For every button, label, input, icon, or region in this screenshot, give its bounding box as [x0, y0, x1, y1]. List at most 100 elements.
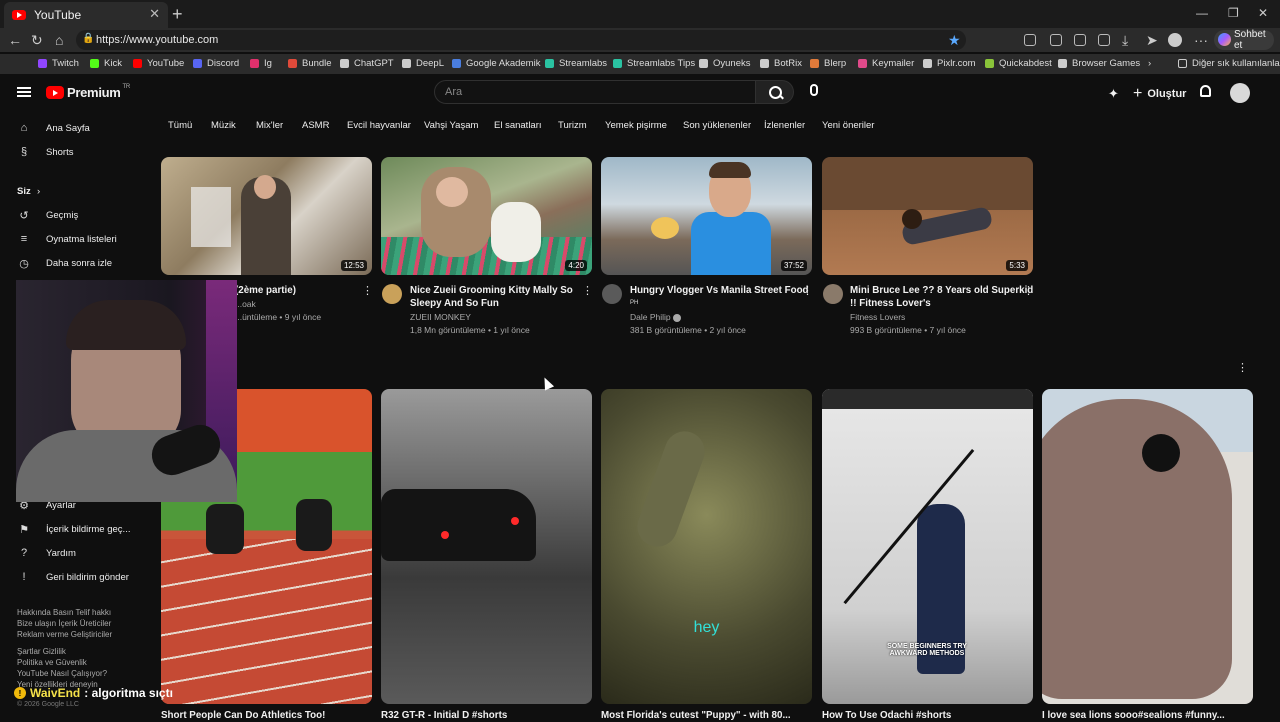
- video-channel[interactable]: ...oak: [235, 298, 256, 311]
- footer-link[interactable]: Bize ulaşın İçerik Üreticiler: [17, 618, 112, 629]
- notification-bell-icon[interactable]: [1200, 85, 1211, 97]
- bookmark-bundle[interactable]: Bundle: [288, 58, 332, 69]
- footer-link[interactable]: Şartlar Gizlilik: [17, 646, 107, 657]
- chip-2[interactable]: Mix'ler: [256, 120, 283, 131]
- bookmark-keymailer[interactable]: Keymailer: [858, 58, 914, 69]
- share-icon[interactable]: ➤: [1146, 32, 1158, 49]
- more-vert-icon[interactable]: ⋮: [362, 284, 373, 297]
- short-title[interactable]: Short People Can Do Athletics Too!: [161, 709, 325, 722]
- short-title[interactable]: R32 GT-R - Initial D #shorts: [381, 709, 507, 722]
- home-browser-icon[interactable]: ⌂: [55, 32, 63, 48]
- short-title[interactable]: How To Use Odachi #shorts: [822, 709, 951, 722]
- profile-icon[interactable]: [1168, 33, 1182, 47]
- bookmark-kick[interactable]: Kick: [90, 58, 122, 69]
- more-icon[interactable]: ···: [1194, 32, 1208, 48]
- channel-avatar[interactable]: [823, 284, 843, 304]
- sidebar-item-shorts[interactable]: § Shorts: [0, 141, 160, 163]
- chip-0[interactable]: Tümü: [168, 120, 192, 131]
- restore-icon[interactable]: ❐: [1228, 6, 1239, 20]
- close-tab-icon[interactable]: ✕: [149, 6, 160, 22]
- more-vert-icon[interactable]: ⋮: [802, 284, 813, 297]
- copilot-button[interactable]: Sohbet et: [1214, 29, 1274, 51]
- short-thumbnail[interactable]: [1042, 389, 1253, 704]
- channel-avatar[interactable]: [602, 284, 622, 304]
- sidebar-item-watch-later[interactable]: ◷ Daha sonra izle: [0, 252, 160, 274]
- footer-link[interactable]: Hakkında Basın Telif hakkı: [17, 607, 112, 618]
- back-icon[interactable]: ←: [8, 32, 22, 48]
- extensions-icon[interactable]: [1024, 34, 1036, 46]
- minimize-icon[interactable]: —: [1196, 6, 1208, 20]
- channel-avatar[interactable]: [382, 284, 402, 304]
- bookmark-discord[interactable]: Discord: [193, 58, 239, 69]
- video-channel[interactable]: ZUEII MONKEY: [410, 311, 471, 324]
- close-window-icon[interactable]: ✕: [1258, 6, 1268, 20]
- downloads-icon[interactable]: ⤓: [1122, 32, 1128, 49]
- chip-8[interactable]: Yemek pişirme: [605, 120, 667, 131]
- short-title[interactable]: Most Florida's cutest "Puppy" - with 80.…: [601, 709, 791, 722]
- short-thumbnail[interactable]: hey: [601, 389, 812, 704]
- sidebar-item-help[interactable]: ? Yardım: [0, 542, 160, 564]
- video-thumbnail[interactable]: 12:53: [161, 157, 372, 275]
- sidebar-item-feedback[interactable]: ! Geri bildirim gönder: [0, 566, 160, 588]
- bookmark-google-akademik[interactable]: Google Akademik: [452, 58, 540, 69]
- footer-link[interactable]: Politika ve Güvenlik: [17, 657, 107, 668]
- bookmark-streamlabs[interactable]: Streamlabs: [545, 58, 607, 69]
- hamburger-menu-icon[interactable]: [17, 87, 31, 97]
- cast-icon[interactable]: ✦: [1108, 86, 1119, 102]
- footer-link[interactable]: Reklam verme Geliştiriciler: [17, 629, 112, 640]
- chevron-right-icon[interactable]: ›: [1148, 58, 1151, 69]
- short-thumbnail[interactable]: [381, 389, 592, 704]
- footer-link[interactable]: YouTube Nasıl Çalışıyor?: [17, 668, 107, 679]
- collections-icon[interactable]: [1098, 34, 1110, 46]
- create-button[interactable]: + Oluştur: [1133, 85, 1186, 103]
- video-thumbnail[interactable]: 5:33: [822, 157, 1033, 275]
- more-vert-icon[interactable]: ⋮: [582, 284, 593, 297]
- video-channel[interactable]: Dale Philip: [630, 311, 682, 324]
- shorts-more-icon[interactable]: ⋮: [1237, 361, 1248, 374]
- video-title[interactable]: Hungry Vlogger Vs Manila Street Food: [630, 284, 809, 297]
- bookmark-chatgpt[interactable]: ChatGPT: [340, 58, 394, 69]
- bookmark-pixlr-com[interactable]: Pixlr.com: [923, 58, 976, 69]
- sidebar-item-report[interactable]: ⚑ İçerik bildirme geç...: [0, 518, 160, 540]
- more-vert-icon[interactable]: ⋮: [1023, 284, 1034, 297]
- chip-11[interactable]: Yeni öneriler: [822, 120, 874, 131]
- bookmark-browser-games[interactable]: Browser Games: [1058, 58, 1140, 69]
- youtube-logo[interactable]: Premium TR: [46, 84, 130, 100]
- microphone-icon[interactable]: [810, 84, 818, 96]
- chip-1[interactable]: Müzik: [211, 120, 236, 131]
- bookmark-quickabdest[interactable]: Quickabdest: [985, 58, 1052, 69]
- chip-7[interactable]: Turizm: [558, 120, 587, 131]
- bookmark-oyuneks[interactable]: Oyuneks: [699, 58, 751, 69]
- sidebar-you-header[interactable]: Siz ›: [0, 180, 160, 202]
- chip-9[interactable]: Son yüklenenler: [683, 120, 751, 131]
- chip-6[interactable]: El sanatları: [494, 120, 542, 131]
- bookmark-botrix[interactable]: BotRix: [760, 58, 802, 69]
- favorite-star-icon[interactable]: ★: [948, 32, 961, 49]
- bookmark-twitch[interactable]: Twitch: [38, 58, 79, 69]
- account-avatar[interactable]: [1230, 83, 1250, 103]
- url-input[interactable]: 🔒 https://www.youtube.com: [76, 30, 966, 50]
- video-title[interactable]: Nice Zueii Grooming Kitty Mally So Sleep…: [410, 284, 573, 310]
- short-title[interactable]: I love sea lions sooo#sealions #funny...: [1042, 709, 1225, 722]
- video-thumbnail[interactable]: 37:52: [601, 157, 812, 275]
- video-thumbnail[interactable]: 4:20: [381, 157, 592, 275]
- video-channel[interactable]: Fitness Lovers: [850, 311, 905, 324]
- other-bookmarks[interactable]: Diğer sık kullanılanlar: [1178, 58, 1280, 69]
- new-tab-button[interactable]: +: [172, 4, 183, 25]
- bookmark-blerp[interactable]: Blerp: [810, 58, 846, 69]
- search-button[interactable]: [756, 80, 794, 104]
- sidebar-item-history[interactable]: ↺ Geçmiş: [0, 204, 160, 226]
- video-title[interactable]: Mini Bruce Lee ?? 8 Years old Superkid !…: [850, 284, 1033, 310]
- sidebar-item-playlists[interactable]: ≡ Oynatma listeleri: [0, 228, 160, 250]
- chip-10[interactable]: İzlenenler: [764, 120, 805, 131]
- search-input[interactable]: [435, 81, 755, 103]
- favorites-icon[interactable]: [1074, 34, 1086, 46]
- chip-5[interactable]: Vahşi Yaşam: [424, 120, 478, 131]
- bookmark-deepl[interactable]: DeepL: [402, 58, 444, 69]
- bookmark-streamlabs-tips[interactable]: Streamlabs Tips: [613, 58, 695, 69]
- chip-4[interactable]: Evcil hayvanlar: [347, 120, 411, 131]
- refresh-icon[interactable]: ↻: [31, 32, 43, 49]
- sidebar-item-home[interactable]: ⌂ Ana Sayfa: [0, 117, 160, 139]
- browser-tab[interactable]: YouTube ✕: [4, 2, 168, 28]
- bookmark-ig[interactable]: Ig: [250, 58, 272, 69]
